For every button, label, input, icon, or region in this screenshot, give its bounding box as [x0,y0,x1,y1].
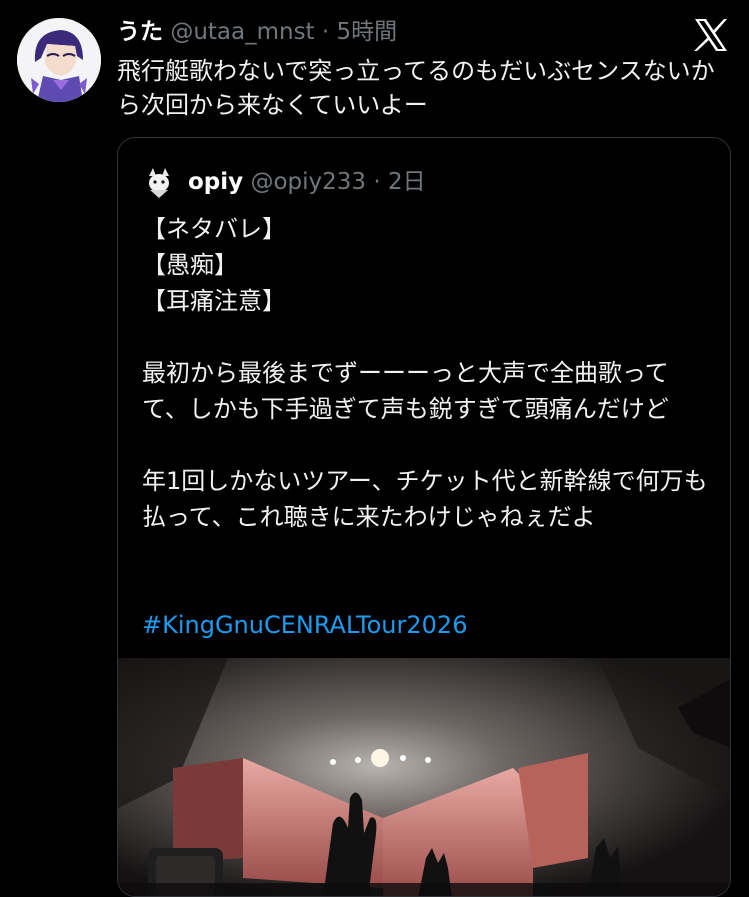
tweet-text: 飛行艇歌わないで突っ立ってるのもだいぶセンスないから次回から来なくていいよー [117,57,715,119]
quoted-tweet[interactable]: opiy @opiy233 · 2日 【ネタバレ】 【愚痴】 【耳痛注意】 最初… [117,137,731,897]
quoted-text: 【ネタバレ】 【愚痴】 【耳痛注意】 最初から最後までずーーーっと大声で全曲歌っ… [142,215,708,531]
avatar[interactable] [17,18,101,102]
quoted-header: opiy @opiy233 · 2日 [188,166,426,198]
quoted-author-handle[interactable]: @opiy233 [250,169,366,195]
hashtag-link[interactable]: #KingGnuCENRALTour2026 [142,607,467,643]
author-handle[interactable]: @utaa_mnst [170,19,314,45]
author-name[interactable]: うた [117,19,163,45]
x-logo-icon[interactable] [693,18,729,52]
concert-photo[interactable] [118,658,730,896]
timestamp[interactable]: 5時間 [337,19,398,45]
quoted-author-name[interactable]: opiy [188,169,243,195]
tweet-header: うた @utaa_mnst · 5時間 [117,16,397,48]
quoted-timestamp[interactable]: 2日 [388,169,426,195]
separator: · [321,19,330,45]
quoted-separator: · [373,169,381,195]
quoted-avatar[interactable] [143,166,175,198]
